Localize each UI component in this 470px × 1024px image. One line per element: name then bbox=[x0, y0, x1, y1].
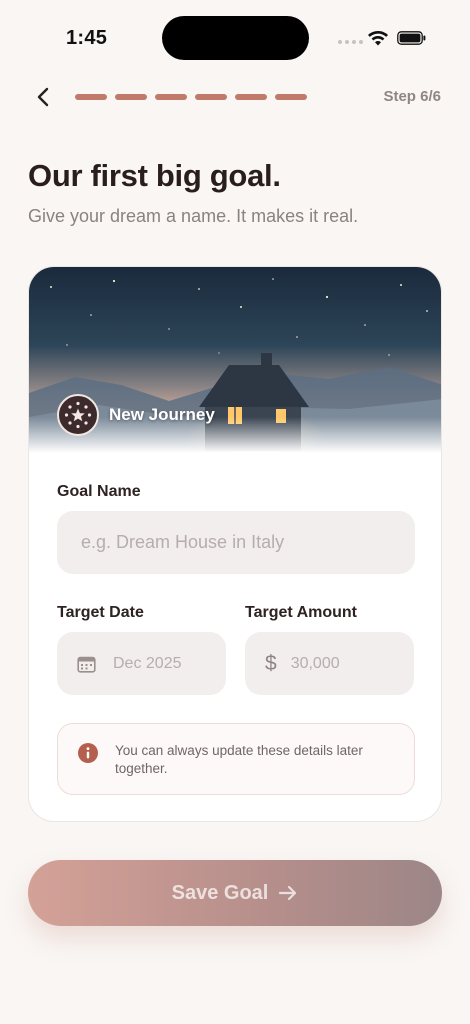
goal-name-field[interactable] bbox=[57, 511, 415, 574]
journey-label: New Journey bbox=[109, 405, 215, 424]
page-title: Our first big goal. bbox=[28, 158, 281, 193]
back-button[interactable] bbox=[30, 84, 56, 110]
info-icon bbox=[78, 743, 98, 763]
progress-segment bbox=[75, 94, 107, 100]
nav-bar: Step 6/6 bbox=[0, 80, 470, 114]
goal-name-input[interactable] bbox=[81, 532, 391, 553]
status-time: 1:45 bbox=[66, 27, 108, 49]
step-progress bbox=[75, 94, 307, 100]
goal-card: New Journey Goal Name Target Date Target… bbox=[28, 266, 442, 822]
step-counter: Step 6/6 bbox=[383, 88, 441, 105]
back-chevron-icon bbox=[37, 87, 49, 107]
arrow-right-icon bbox=[279, 885, 297, 901]
page-subtitle: Give your dream a name. It makes it real… bbox=[28, 206, 359, 226]
target-amount-input[interactable] bbox=[290, 654, 414, 673]
status-bar: 1:45 bbox=[0, 0, 470, 76]
save-goal-button[interactable]: Save Goal bbox=[28, 860, 442, 926]
progress-segment bbox=[115, 94, 147, 100]
signal-icon bbox=[338, 40, 363, 44]
target-date-input[interactable] bbox=[113, 654, 226, 673]
save-goal-label: Save Goal bbox=[171, 881, 269, 904]
info-text: You can always update these details late… bbox=[115, 743, 363, 776]
progress-segment bbox=[155, 94, 187, 100]
target-amount-field[interactable]: $ bbox=[245, 632, 414, 695]
star-icon bbox=[64, 401, 92, 429]
target-amount-label: Target Amount bbox=[245, 604, 357, 621]
journey-badge bbox=[57, 394, 99, 436]
progress-segment bbox=[275, 94, 307, 100]
battery-icon bbox=[397, 31, 426, 45]
calendar-icon bbox=[77, 656, 96, 673]
dollar-icon: $ bbox=[265, 651, 277, 675]
target-date-field[interactable] bbox=[57, 632, 226, 695]
wifi-icon bbox=[368, 31, 388, 46]
progress-segment bbox=[235, 94, 267, 100]
dynamic-island bbox=[162, 16, 309, 60]
goal-name-label: Goal Name bbox=[57, 483, 141, 500]
progress-segment bbox=[195, 94, 227, 100]
info-box: You can always update these details late… bbox=[57, 723, 415, 795]
target-date-label: Target Date bbox=[57, 604, 144, 621]
